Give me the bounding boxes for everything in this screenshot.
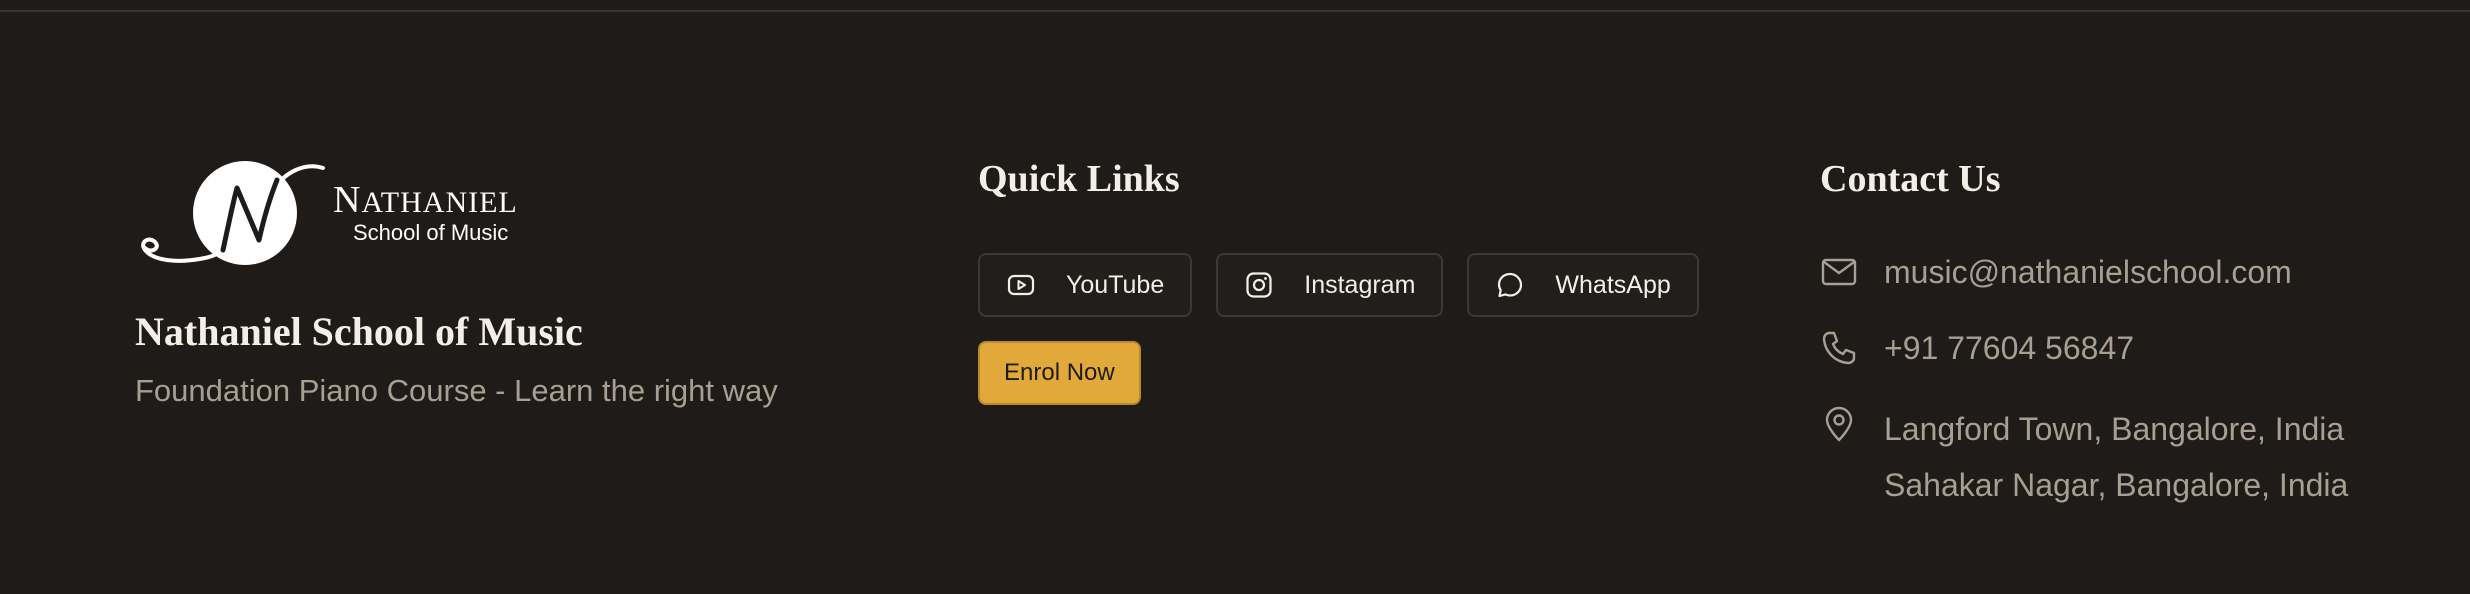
instagram-label: Instagram (1304, 270, 1416, 299)
contact-address: Langford Town, Bangalore, India Sahakar … (1820, 405, 2460, 513)
school-logo[interactable]: NATHANIEL School of Music (135, 152, 535, 274)
phone-link[interactable]: +91 77604 56847 (1884, 330, 2134, 366)
address-line-1: Langford Town, Bangalore, India (1884, 411, 2345, 447)
contact-phone: +91 77604 56847 (1820, 329, 2460, 371)
youtube-label: YouTube (1066, 270, 1165, 299)
phone-icon (1820, 329, 1858, 367)
social-links: YouTube Instagram WhatsApp (978, 253, 1738, 317)
mail-icon (1820, 253, 1858, 291)
whatsapp-icon (1495, 270, 1525, 300)
whatsapp-button[interactable]: WhatsApp (1467, 253, 1699, 317)
location-pin-icon (1820, 405, 1858, 443)
instagram-icon (1244, 270, 1274, 300)
school-name: Nathaniel School of Music (135, 309, 583, 354)
email-link[interactable]: music@nathanielschool.com (1884, 254, 2292, 290)
contact-list: music@nathanielschool.com +91 77604 5684… (1820, 253, 2460, 513)
youtube-icon (1006, 270, 1036, 300)
contact-heading: Contact Us (1820, 158, 2001, 200)
logo-subtitle: School of Music (353, 220, 509, 245)
address-line-2: Sahakar Nagar, Bangalore, India (1884, 467, 2349, 503)
brand-section: NATHANIEL School of Music Nathaniel Scho… (135, 152, 935, 409)
quick-links-section: Quick Links YouTube Instagram WhatsApp E… (978, 157, 1738, 405)
logo-wordmark: NATHANIEL (333, 179, 518, 221)
site-footer: NATHANIEL School of Music Nathaniel Scho… (0, 10, 2470, 594)
enrol-now-button[interactable]: Enrol Now (978, 341, 1141, 405)
contact-email: music@nathanielschool.com (1820, 253, 2460, 295)
instagram-button[interactable]: Instagram (1216, 253, 1444, 317)
youtube-button[interactable]: YouTube (978, 253, 1193, 317)
whatsapp-label: WhatsApp (1555, 270, 1671, 299)
contact-section: Contact Us music@nathanielschool.com +91… (1820, 157, 2460, 547)
logo-emblem-icon (141, 161, 325, 265)
tagline: Foundation Piano Course - Learn the righ… (135, 373, 778, 408)
quick-links-heading: Quick Links (978, 158, 1180, 200)
